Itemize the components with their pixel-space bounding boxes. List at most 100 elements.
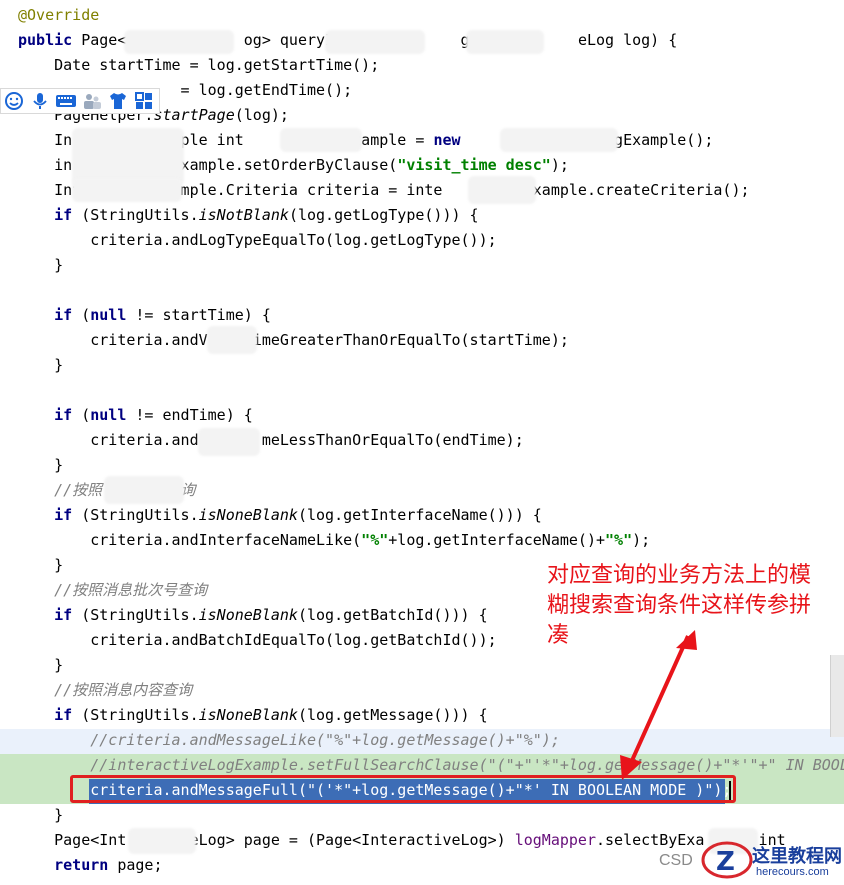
code-line[interactable]: if (null != endTime) { [0,403,844,428]
code-text: } [18,253,63,278]
code-token: if [18,406,82,424]
code-line[interactable]: //criteria.andMessageLike("%"+log.getMes… [0,728,844,753]
logo-icon: Z [701,841,753,879]
blur-mask [72,178,182,202]
code-token: return [18,856,118,874]
code-token: criteria.and [18,431,199,449]
code-token: "%" [361,531,389,549]
code-line[interactable]: if (StringUtils.isNoneBlank(log.getMessa… [0,703,844,728]
code-token: ( [81,406,91,424]
code-token: ); [632,531,651,549]
code-token: } [18,256,64,274]
code-line[interactable]: criteria.andLogTypeEqualTo(log.getLogTyp… [0,228,844,253]
code-token: criteria.andV [18,331,208,349]
code-token: Page< [81,31,127,49]
code-token: "%" [605,531,633,549]
code-token: //按照消息内容查询 [18,681,193,699]
grid-icon[interactable] [133,90,155,112]
blur-mask [207,326,257,354]
code-token: In [18,131,73,149]
code-token: null [90,406,136,424]
code-token: imeGreaterThanOrEqualTo(startTime); [252,331,569,349]
code-token: criteria.andBatchIdEqualTo(log.getBatchI… [18,631,497,649]
microphone-icon[interactable] [29,90,51,112]
code-token: criteria.andLogTypeEqualTo(log.getLogTyp… [18,231,497,249]
blur-mask [124,30,234,54]
code-token: if [18,606,82,624]
keyboard-icon[interactable] [55,90,77,112]
watermark-text: CSD [659,852,693,869]
code-token: (log.getLogType())) { [288,206,479,224]
code-token: (StringUtils. [81,506,199,524]
code-line[interactable]: if (null != startTime) { [0,303,844,328]
code-line[interactable]: if (StringUtils.isNoneBlank(log.getInter… [0,503,844,528]
blur-mask [500,128,618,152]
code-token: +log.getInterfaceName()+ [388,531,606,549]
code-token: //interactiveLogExample.setFullSearchCla… [90,756,844,774]
code-line[interactable]: criteria.andInterfaceNameLike("%"+log.ge… [0,528,844,553]
input-method-toolbar[interactable] [0,88,160,114]
code-token: new [433,131,470,149]
code-text: @Override [18,3,99,28]
code-token: public [18,31,82,49]
smiley-icon[interactable] [3,90,25,112]
code-token: } [18,456,64,474]
code-text: if (StringUtils.isNoneBlank(log.getBatch… [18,603,488,628]
svg-text:Z: Z [716,847,735,877]
code-token: } [18,356,64,374]
code-line[interactable]: } [0,253,844,278]
code-token: meLessThanOrEqualTo(endTime); [261,431,524,449]
code-token: startPage [153,106,235,124]
code-token: //按照消息批次号查询 [18,581,208,599]
code-token: //criteria.andMessageLike("%"+log.getMes… [18,731,560,749]
code-token: ( [81,306,91,324]
code-token: != startTime) { [135,306,271,324]
code-line[interactable]: @Override [0,3,844,28]
code-text: criteria.and meLessThanOrEqualTo(endTime… [18,428,524,453]
code-token: eLog log) { [577,31,678,49]
scrollbar[interactable] [830,655,844,737]
code-line[interactable]: //按照消息内容查询 [0,678,844,703]
code-text: } [18,553,63,578]
code-token: } [18,806,64,824]
logo-title: 这里教程网 [752,846,842,867]
code-text: Date startTime = log.getStartTime(); [18,53,379,78]
code-token: in [18,156,73,174]
code-text: } [18,353,63,378]
code-token: (StringUtils. [81,706,199,724]
users-icon[interactable] [81,90,103,112]
code-text: criteria.andLogTypeEqualTo(log.getLogTyp… [18,228,497,253]
code-editor[interactable]: @Overridepublic Page< og> queryI g(In eL… [0,0,844,881]
code-token: page; [117,856,163,874]
annotation-arrow [620,630,697,780]
code-token: } [18,556,64,574]
code-token: if [18,506,82,524]
code-line[interactable]: } [0,653,844,678]
code-line[interactable]: } [0,803,844,828]
shirt-icon[interactable] [107,90,129,112]
code-token: (log.getInterfaceName())) { [297,506,542,524]
logo-url: herecours.com [756,866,829,878]
code-text: //按照消息内容查询 [18,678,192,703]
code-token: } [18,656,64,674]
code-token: (StringUtils. [81,206,199,224]
code-token: isNotBlank [198,206,289,224]
code-token: (log.getMessage())) { [297,706,488,724]
code-line[interactable]: } [0,353,844,378]
blur-mask [198,428,260,456]
code-text: criteria.andInterfaceNameLike("%"+log.ge… [18,528,650,553]
code-token: ); [550,156,569,174]
code-line[interactable]: criteria.and meLessThanOrEqualTo(endTime… [0,428,844,453]
code-line[interactable]: } [0,453,844,478]
code-text: criteria.andV imeGreaterThanOrEqualTo(st… [18,328,569,353]
code-line[interactable] [0,278,844,303]
code-token: "visit_time desc" [397,156,551,174]
code-line[interactable]: Date startTime = log.getStartTime(); [0,53,844,78]
code-token: logMapper [514,831,596,849]
blur-mask [104,476,184,504]
code-token: .selectByExa [595,831,705,849]
code-token: isNoneBlank [198,706,298,724]
code-line[interactable]: criteria.andV imeGreaterThanOrEqualTo(st… [0,328,844,353]
code-line[interactable] [0,378,844,403]
code-line[interactable]: if (StringUtils.isNotBlank(log.getLogTyp… [0,203,844,228]
